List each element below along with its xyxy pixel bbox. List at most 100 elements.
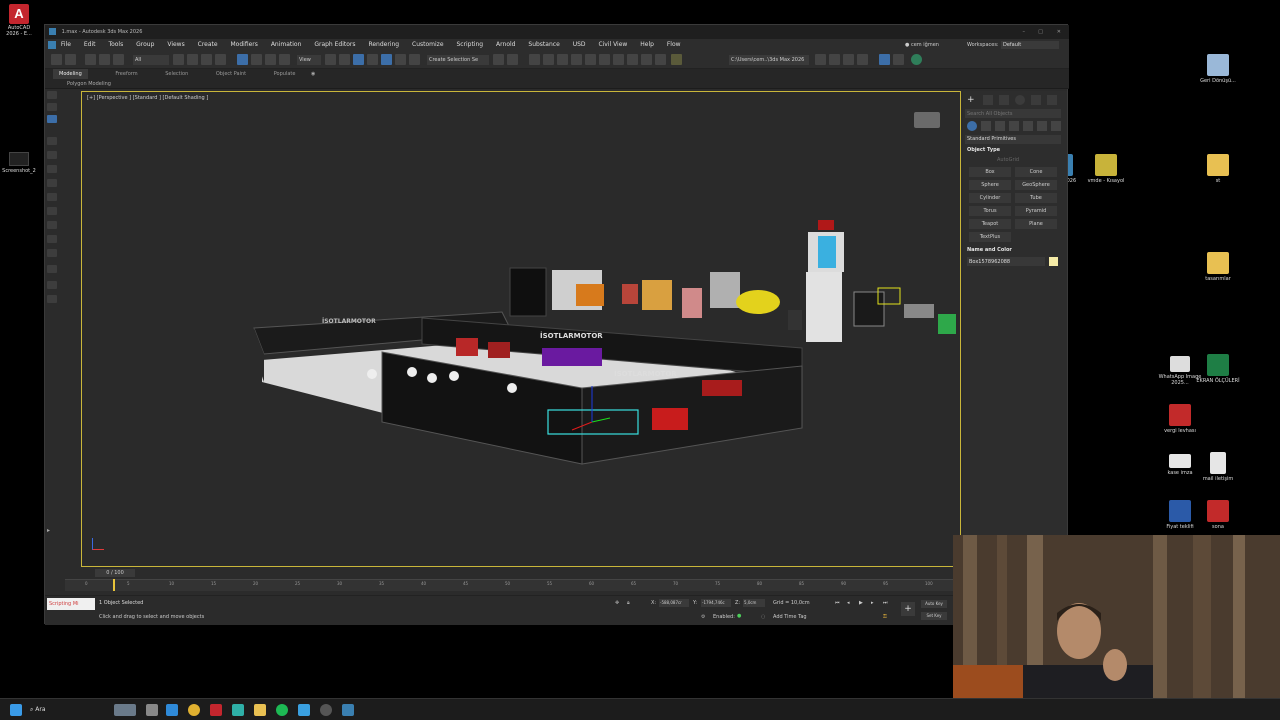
selection-filter-dropdown[interactable]: All [133,55,169,65]
st-folder-desktop-icon[interactable]: st [1190,154,1246,184]
obs-icon[interactable] [320,704,332,716]
cameras-category-icon[interactable] [1009,121,1019,131]
add-time-tag-button[interactable]: Add Time Tag [773,614,807,620]
menu-substance[interactable]: Substance [528,39,559,51]
prev-frame-icon[interactable]: ◂ [847,600,850,606]
percent-snap-icon[interactable] [381,54,392,65]
menu-graph-editors[interactable]: Graph Editors [314,39,355,51]
scale-icon[interactable] [265,54,276,65]
angle-snap-icon[interactable] [367,54,378,65]
goto-end-icon[interactable]: ⏭ [883,600,888,606]
isolate-icon[interactable]: ✥ [615,600,619,606]
spinner-snap-icon[interactable] [395,54,406,65]
tool-icon[interactable] [47,265,57,273]
select-object-icon[interactable] [173,54,184,65]
curve-editor-icon[interactable] [571,54,582,65]
collapse-arrow-icon[interactable]: ▸ [47,527,57,535]
unlink-icon[interactable] [99,54,110,65]
create-teapot-button[interactable]: Teapot [969,219,1011,229]
layers-icon[interactable] [47,103,57,111]
menu-help[interactable]: Help [640,39,654,51]
menu-scripting[interactable]: Scripting [456,39,483,51]
create-sphere-button[interactable]: Sphere [969,180,1011,190]
bind-icon[interactable] [113,54,124,65]
pivot-center-icon[interactable] [325,54,336,65]
helpers-category-icon[interactable] [1023,121,1033,131]
menu-flow[interactable]: Flow [667,39,681,51]
mirror-icon[interactable] [493,54,504,65]
ribbon-tab-freeform[interactable]: Freeform [115,69,137,79]
move-icon[interactable] [237,54,248,65]
tool-icon[interactable] [47,179,57,187]
tool-icon[interactable] [47,281,57,289]
enabled-toggle-icon[interactable]: ● [737,613,741,619]
ribbon-tab-populate[interactable]: Populate [274,69,296,79]
menu-modifiers[interactable]: Modifiers [231,39,258,51]
auto-key-button[interactable]: Auto Key [921,600,947,608]
create-box-button[interactable]: Box [969,167,1011,177]
menu-rendering[interactable]: Rendering [368,39,399,51]
window-crossing-icon[interactable] [215,54,226,65]
menu-customize[interactable]: Customize [412,39,444,51]
edit-named-selection-icon[interactable] [409,54,420,65]
toolbar-more2-icon[interactable] [857,54,868,65]
object-name-input[interactable] [967,257,1045,266]
adaptive-degradation-icon[interactable]: ⚙ [701,614,705,620]
z-coordinate-field[interactable]: 5,0cm [743,599,765,607]
ekran-olculeri-desktop-icon[interactable]: EKRAN ÖLÇÜLERİ [1190,354,1246,384]
hierarchy-tab-icon[interactable] [999,95,1009,105]
create-torus-button[interactable]: Torus [969,206,1011,216]
minimize-button[interactable]: – [1023,25,1026,39]
menu-edit[interactable]: Edit [84,39,96,51]
create-cylinder-button[interactable]: Cylinder [969,193,1011,203]
material-editor-icon[interactable] [599,54,610,65]
select-manipulate-icon[interactable] [339,54,350,65]
set-project-icon[interactable] [815,54,826,65]
menu-file[interactable]: File [61,39,71,51]
autocad-desktop-icon[interactable]: A AutoCAD 2026 - E... [4,4,34,37]
object-color-swatch[interactable] [1049,257,1058,266]
redo-icon[interactable] [65,54,76,65]
vergi-levhasi-desktop-icon[interactable]: vergi levhası [1152,404,1208,434]
ribbon-tab-object-paint[interactable]: Object Paint [216,69,246,79]
menu-usd[interactable]: USD [573,39,586,51]
recycle-bin-desktop-icon[interactable]: Geri Dönüşü... [1190,54,1246,84]
tool-icon[interactable] [47,193,57,201]
ribbon-sub-label[interactable]: Polygon Modeling [67,81,111,87]
sona-desktop-icon[interactable]: sona [1190,500,1246,530]
create-pyramid-button[interactable]: Pyramid [1015,206,1057,216]
systems-category-icon[interactable] [1051,121,1061,131]
shapes-category-icon[interactable] [981,121,991,131]
link-icon[interactable] [85,54,96,65]
menu-animation[interactable]: Animation [271,39,302,51]
named-selection-dropdown[interactable]: Create Selection Se [427,55,489,65]
snap-toggle-icon[interactable] [353,54,364,65]
ribbon-toggle-icon[interactable] [557,54,568,65]
windows-start-icon[interactable] [10,704,22,716]
scene-explorer-icon[interactable] [529,54,540,65]
add-time-tag-icon[interactable]: ◌ [761,614,765,620]
create-textplus-button[interactable]: TextPlus [969,232,1011,242]
workspace-dropdown[interactable]: Default [1001,41,1059,49]
undo-icon[interactable] [51,54,62,65]
render-setup-icon[interactable] [613,54,624,65]
autogrid-checkbox[interactable]: AutoGrid [997,157,1019,163]
object-search-input[interactable] [965,109,1061,118]
ribbon-options-icon[interactable]: ◉ [311,69,315,79]
project-folder-icon[interactable] [829,54,840,65]
time-slider[interactable]: 0 / 100 [95,569,135,577]
utilities-tab-icon[interactable] [1047,95,1057,105]
name-and-color-header[interactable]: Name and Color [967,247,1012,253]
reference-coordinate-dropdown[interactable]: View [297,55,321,65]
align-icon[interactable] [507,54,518,65]
create-cone-button[interactable]: Cone [1015,167,1057,177]
render-icon[interactable] [641,54,652,65]
ribbon-tab-modeling[interactable]: Modeling [53,69,88,79]
close-button[interactable]: ✕ [1057,25,1061,39]
tasarimlar-folder-desktop-icon[interactable]: tasarımlar [1190,252,1246,282]
create-tube-button[interactable]: Tube [1015,193,1057,203]
select-by-name-icon[interactable] [187,54,198,65]
rotate-icon[interactable] [251,54,262,65]
taskbar-search[interactable]: ⌕ Ara [30,703,110,717]
tool-icon[interactable] [47,221,57,229]
